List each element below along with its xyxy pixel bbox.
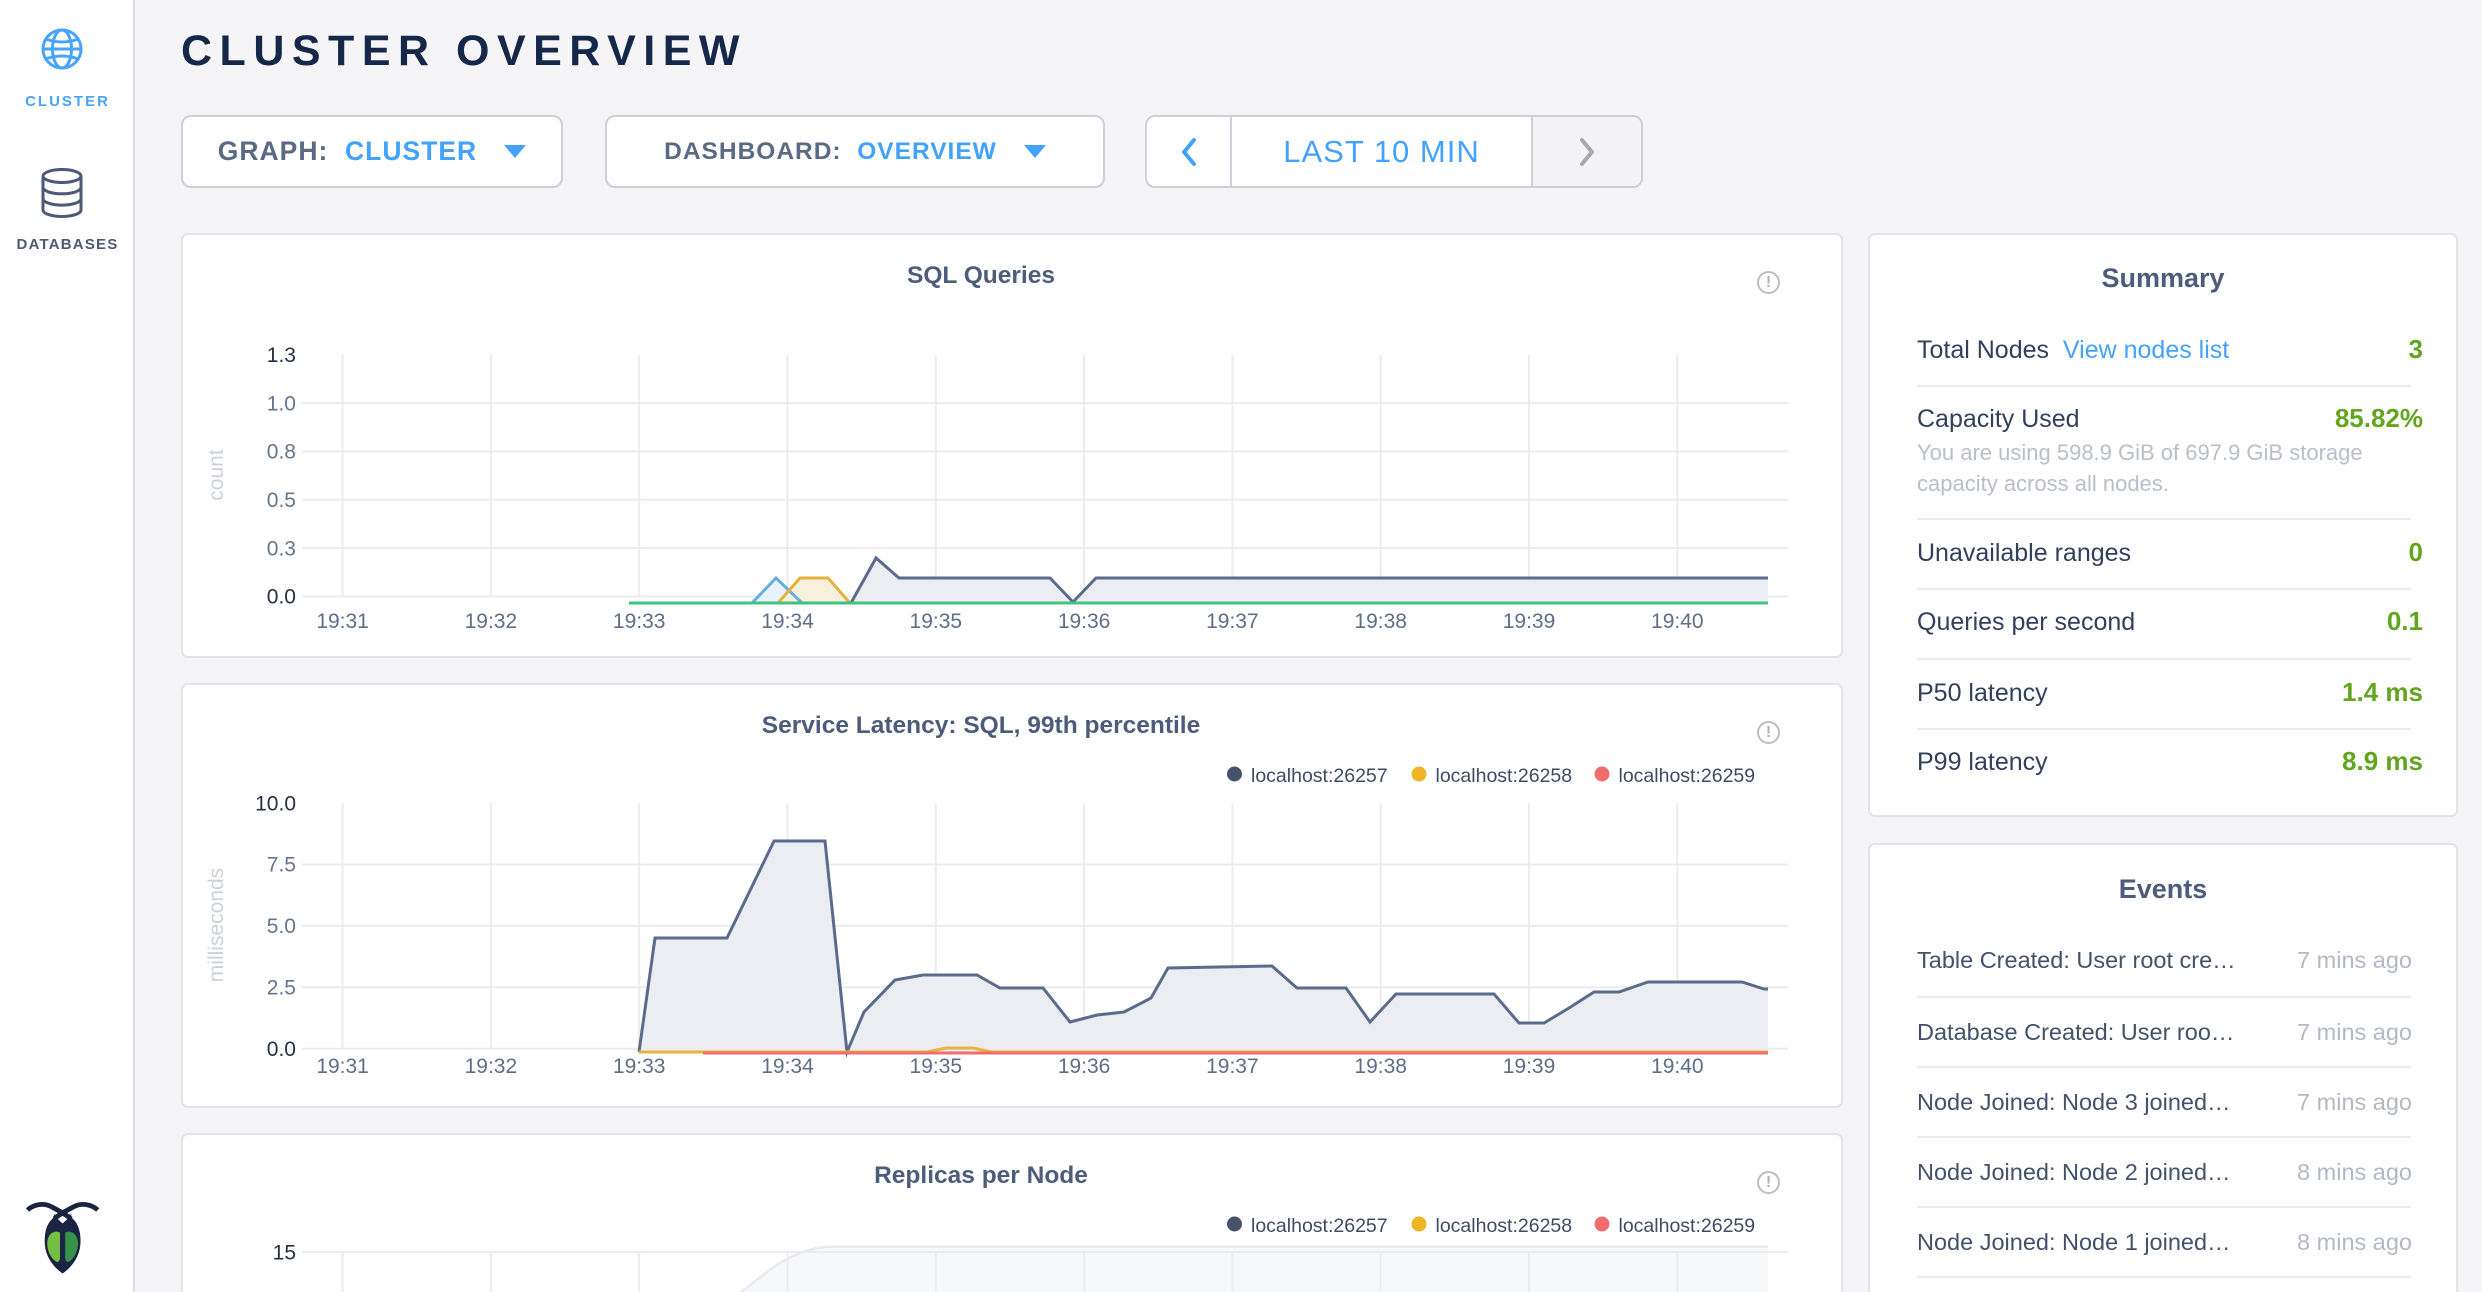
- svg-text:19:37: 19:37: [1206, 610, 1259, 633]
- svg-text:19:35: 19:35: [910, 610, 963, 633]
- svg-text:19:31: 19:31: [316, 1055, 369, 1078]
- svg-text:19:39: 19:39: [1503, 1055, 1556, 1078]
- svg-text:0.3: 0.3: [267, 537, 296, 560]
- svg-text:5.0: 5.0: [267, 915, 296, 938]
- svg-text:localhost:26257: localhost:26257: [1251, 765, 1388, 787]
- svg-text:count: count: [205, 449, 228, 501]
- svg-text:19:32: 19:32: [465, 1055, 518, 1078]
- svg-text:19:33: 19:33: [613, 610, 666, 633]
- svg-text:1.0: 1.0: [267, 392, 296, 415]
- svg-text:19:34: 19:34: [761, 1055, 814, 1078]
- svg-text:milliseconds: milliseconds: [205, 868, 228, 982]
- svg-text:19:33: 19:33: [613, 1055, 666, 1078]
- svg-text:7.5: 7.5: [267, 854, 296, 877]
- svg-text:15: 15: [273, 1241, 296, 1264]
- svg-text:19:37: 19:37: [1206, 1055, 1259, 1078]
- svg-text:2.5: 2.5: [267, 977, 296, 1000]
- svg-text:19:36: 19:36: [1058, 610, 1111, 633]
- svg-text:19:40: 19:40: [1651, 1055, 1704, 1078]
- svg-text:1.3: 1.3: [267, 344, 296, 367]
- svg-text:localhost:26258: localhost:26258: [1436, 1215, 1573, 1237]
- svg-text:0.0: 0.0: [267, 586, 296, 609]
- svg-text:19:36: 19:36: [1058, 1055, 1111, 1078]
- svg-text:19:39: 19:39: [1503, 610, 1556, 633]
- svg-text:localhost:26259: localhost:26259: [1619, 1215, 1756, 1237]
- svg-text:19:31: 19:31: [316, 610, 369, 633]
- svg-text:10.0: 10.0: [255, 792, 296, 815]
- svg-text:localhost:26257: localhost:26257: [1251, 1215, 1388, 1237]
- svg-text:19:34: 19:34: [761, 610, 814, 633]
- svg-text:0.8: 0.8: [267, 441, 296, 464]
- svg-text:localhost:26259: localhost:26259: [1619, 765, 1756, 787]
- svg-text:19:32: 19:32: [465, 610, 518, 633]
- svg-text:localhost:26258: localhost:26258: [1436, 765, 1573, 787]
- svg-text:19:38: 19:38: [1354, 610, 1407, 633]
- svg-text:0.0: 0.0: [267, 1038, 296, 1061]
- svg-text:19:38: 19:38: [1354, 1055, 1407, 1078]
- svg-text:19:35: 19:35: [910, 1055, 963, 1078]
- svg-text:19:40: 19:40: [1651, 610, 1704, 633]
- svg-text:0.5: 0.5: [267, 489, 296, 512]
